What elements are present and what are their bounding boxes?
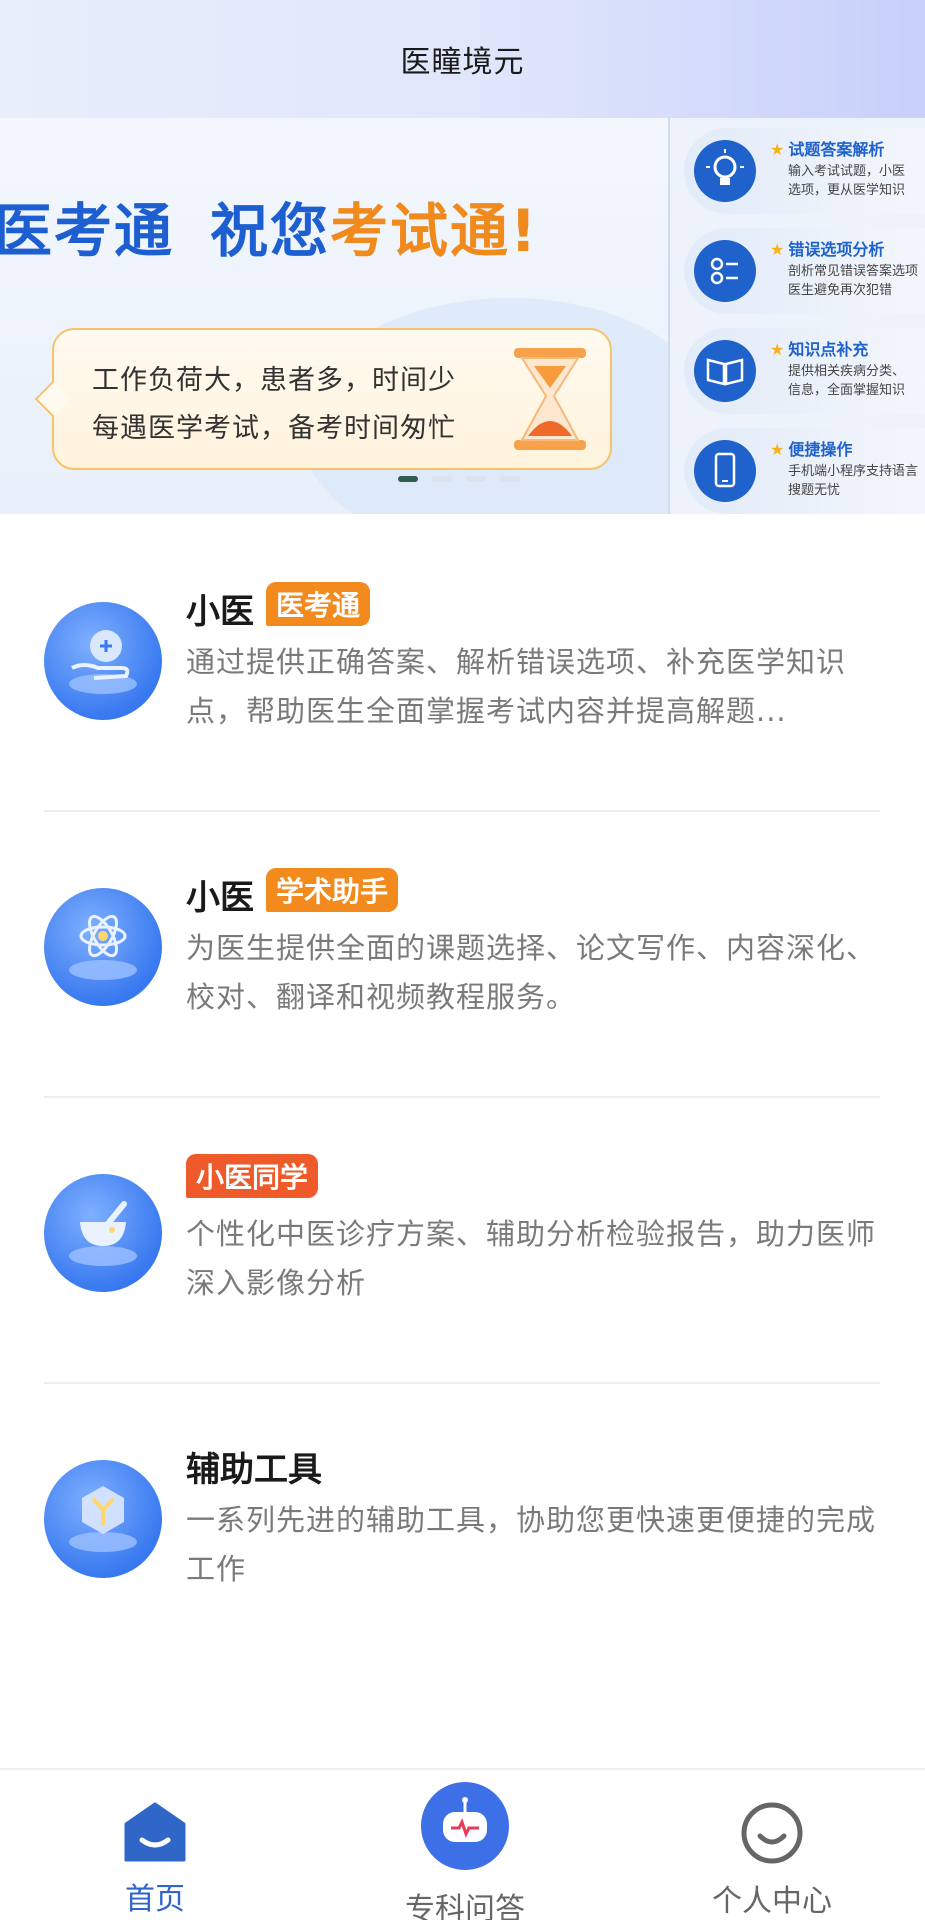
service-prefix: 小医: [186, 878, 254, 918]
star-icon: ★: [770, 440, 785, 459]
feature-title: 试题答案解析: [788, 140, 885, 159]
tab-profile-label: 个人中心: [712, 1884, 832, 1919]
carousel-indicator: [398, 476, 520, 482]
feature-title: 错误选项分析: [788, 240, 885, 259]
feature-item: ★ 知识点补充 提供相关疾病分类、 信息，全面掌握知识: [684, 328, 925, 414]
mortar-pestle-icon: [44, 1174, 162, 1292]
checklist-icon: [694, 240, 756, 302]
feature-desc: 信息，全面掌握知识: [788, 383, 906, 398]
divider: [44, 1382, 880, 1384]
medical-hand-icon: [44, 602, 162, 720]
page-title: 医瞳境元: [400, 45, 525, 80]
service-prefix: 小医: [186, 592, 254, 632]
cube-tool-icon: [44, 1460, 162, 1578]
service-badge: 学术助手: [266, 868, 399, 912]
feature-item: ★ 错误选项分析 剖析常见错误答案选项 医生避免再次犯错: [684, 228, 925, 314]
bubble-line-2: 每遇医学考试，备考时间匆忙: [92, 413, 456, 444]
tab-home-label: 首页: [125, 1882, 185, 1917]
service-item-tcm[interactable]: 小医同学 个性化中医诊疗方案、辅助分析检验报告，助力医师深入影像分析: [44, 1154, 880, 1384]
feature-desc: 搜题无忧: [788, 483, 841, 498]
star-icon: ★: [770, 340, 785, 359]
divider: [44, 810, 880, 812]
feature-desc: 输入考试试题，小医: [788, 164, 906, 179]
banner-headline: 医考通 祝您考试通!: [0, 184, 538, 268]
banner-headline-wish: 祝您: [210, 197, 331, 265]
bottom-tab-bar: 首页 专科问答 个人中心: [0, 1768, 925, 1920]
service-description: 为医生提供全面的课题选择、论文写作、内容深化、校对、翻译和视频教程服务。: [186, 931, 877, 1014]
carousel-dot[interactable]: [466, 476, 486, 482]
banner-feature-panel: ★ 试题答案解析 输入考试试题，小医 选项，更从医学知识 ★ 错误选项分析 剖析常见错…: [668, 118, 925, 514]
banner-headline-highlight: 考试通!: [330, 197, 539, 265]
divider: [44, 1096, 880, 1098]
feature-desc: 提供相关疾病分类、: [788, 364, 906, 379]
service-title: 辅助工具: [186, 1450, 322, 1490]
top-bar: 医瞳境元: [0, 0, 925, 118]
feature-title: 知识点补充: [788, 340, 869, 359]
home-icon: [124, 1802, 186, 1862]
book-icon: [694, 340, 756, 402]
service-description: 一系列先进的辅助工具，协助您更快速更便捷的完成工作: [186, 1503, 877, 1586]
tab-specialty-qa[interactable]: 专科问答: [390, 1780, 540, 1920]
tab-profile[interactable]: 个人中心: [692, 1800, 852, 1920]
hourglass-icon: [514, 348, 586, 450]
feature-title: 便捷操作: [788, 440, 853, 459]
service-description: 个性化中医诊疗方案、辅助分析检验报告，助力医师深入影像分析: [186, 1217, 877, 1300]
bubble-line-1: 工作负荷大，患者多，时间少: [92, 365, 456, 396]
feature-desc: 手机端小程序支持语言: [788, 464, 919, 479]
carousel-dot[interactable]: [432, 476, 452, 482]
smile-icon: [741, 1802, 803, 1864]
feature-item: ★ 试题答案解析 输入考试试题，小医 选项，更从医学知识: [684, 128, 925, 214]
atom-icon: [44, 888, 162, 1006]
service-badge: 小医同学: [186, 1154, 319, 1198]
carousel-dot[interactable]: [398, 476, 418, 482]
service-description: 通过提供正确答案、解析错误选项、补充医学知识点，帮助医生全面掌握考试内容并提高解…: [186, 645, 847, 728]
banner-speech-bubble: 工作负荷大，患者多，时间少 每遇医学考试，备考时间匆忙: [52, 328, 612, 470]
carousel-dot[interactable]: [500, 476, 520, 482]
feature-item: ★ 便捷操作 手机端小程序支持语言 搜题无忧: [684, 428, 925, 514]
feature-desc: 医生避免再次犯错: [788, 283, 893, 298]
tab-home[interactable]: 首页: [100, 1800, 210, 1918]
service-item-academic[interactable]: 小医 学术助手 为医生提供全面的课题选择、论文写作、内容深化、校对、翻译和视频教…: [44, 868, 880, 1098]
feature-desc: 剖析常见错误答案选项: [788, 264, 919, 279]
tab-qa-label: 专科问答: [405, 1892, 525, 1920]
star-icon: ★: [770, 240, 785, 259]
service-badge: 医考通: [266, 582, 371, 626]
lightbulb-icon: [694, 140, 756, 202]
service-item-tools[interactable]: 辅助工具 一系列先进的辅助工具，协助您更快速更便捷的完成工作: [44, 1442, 880, 1642]
phone-icon: [694, 440, 756, 502]
robot-icon: [421, 1782, 509, 1870]
banner-carousel[interactable]: 医考通 祝您考试通! 工作负荷大，患者多，时间少 每遇医学考试，备考时间匆忙 ★ 试…: [0, 118, 925, 514]
banner-headline-product: 医考通: [0, 197, 175, 265]
service-item-exam[interactable]: 小医 医考通 通过提供正确答案、解析错误选项、补充医学知识点，帮助医生全面掌握考…: [44, 582, 880, 812]
feature-desc: 选项，更从医学知识: [788, 183, 906, 198]
star-icon: ★: [770, 140, 785, 159]
